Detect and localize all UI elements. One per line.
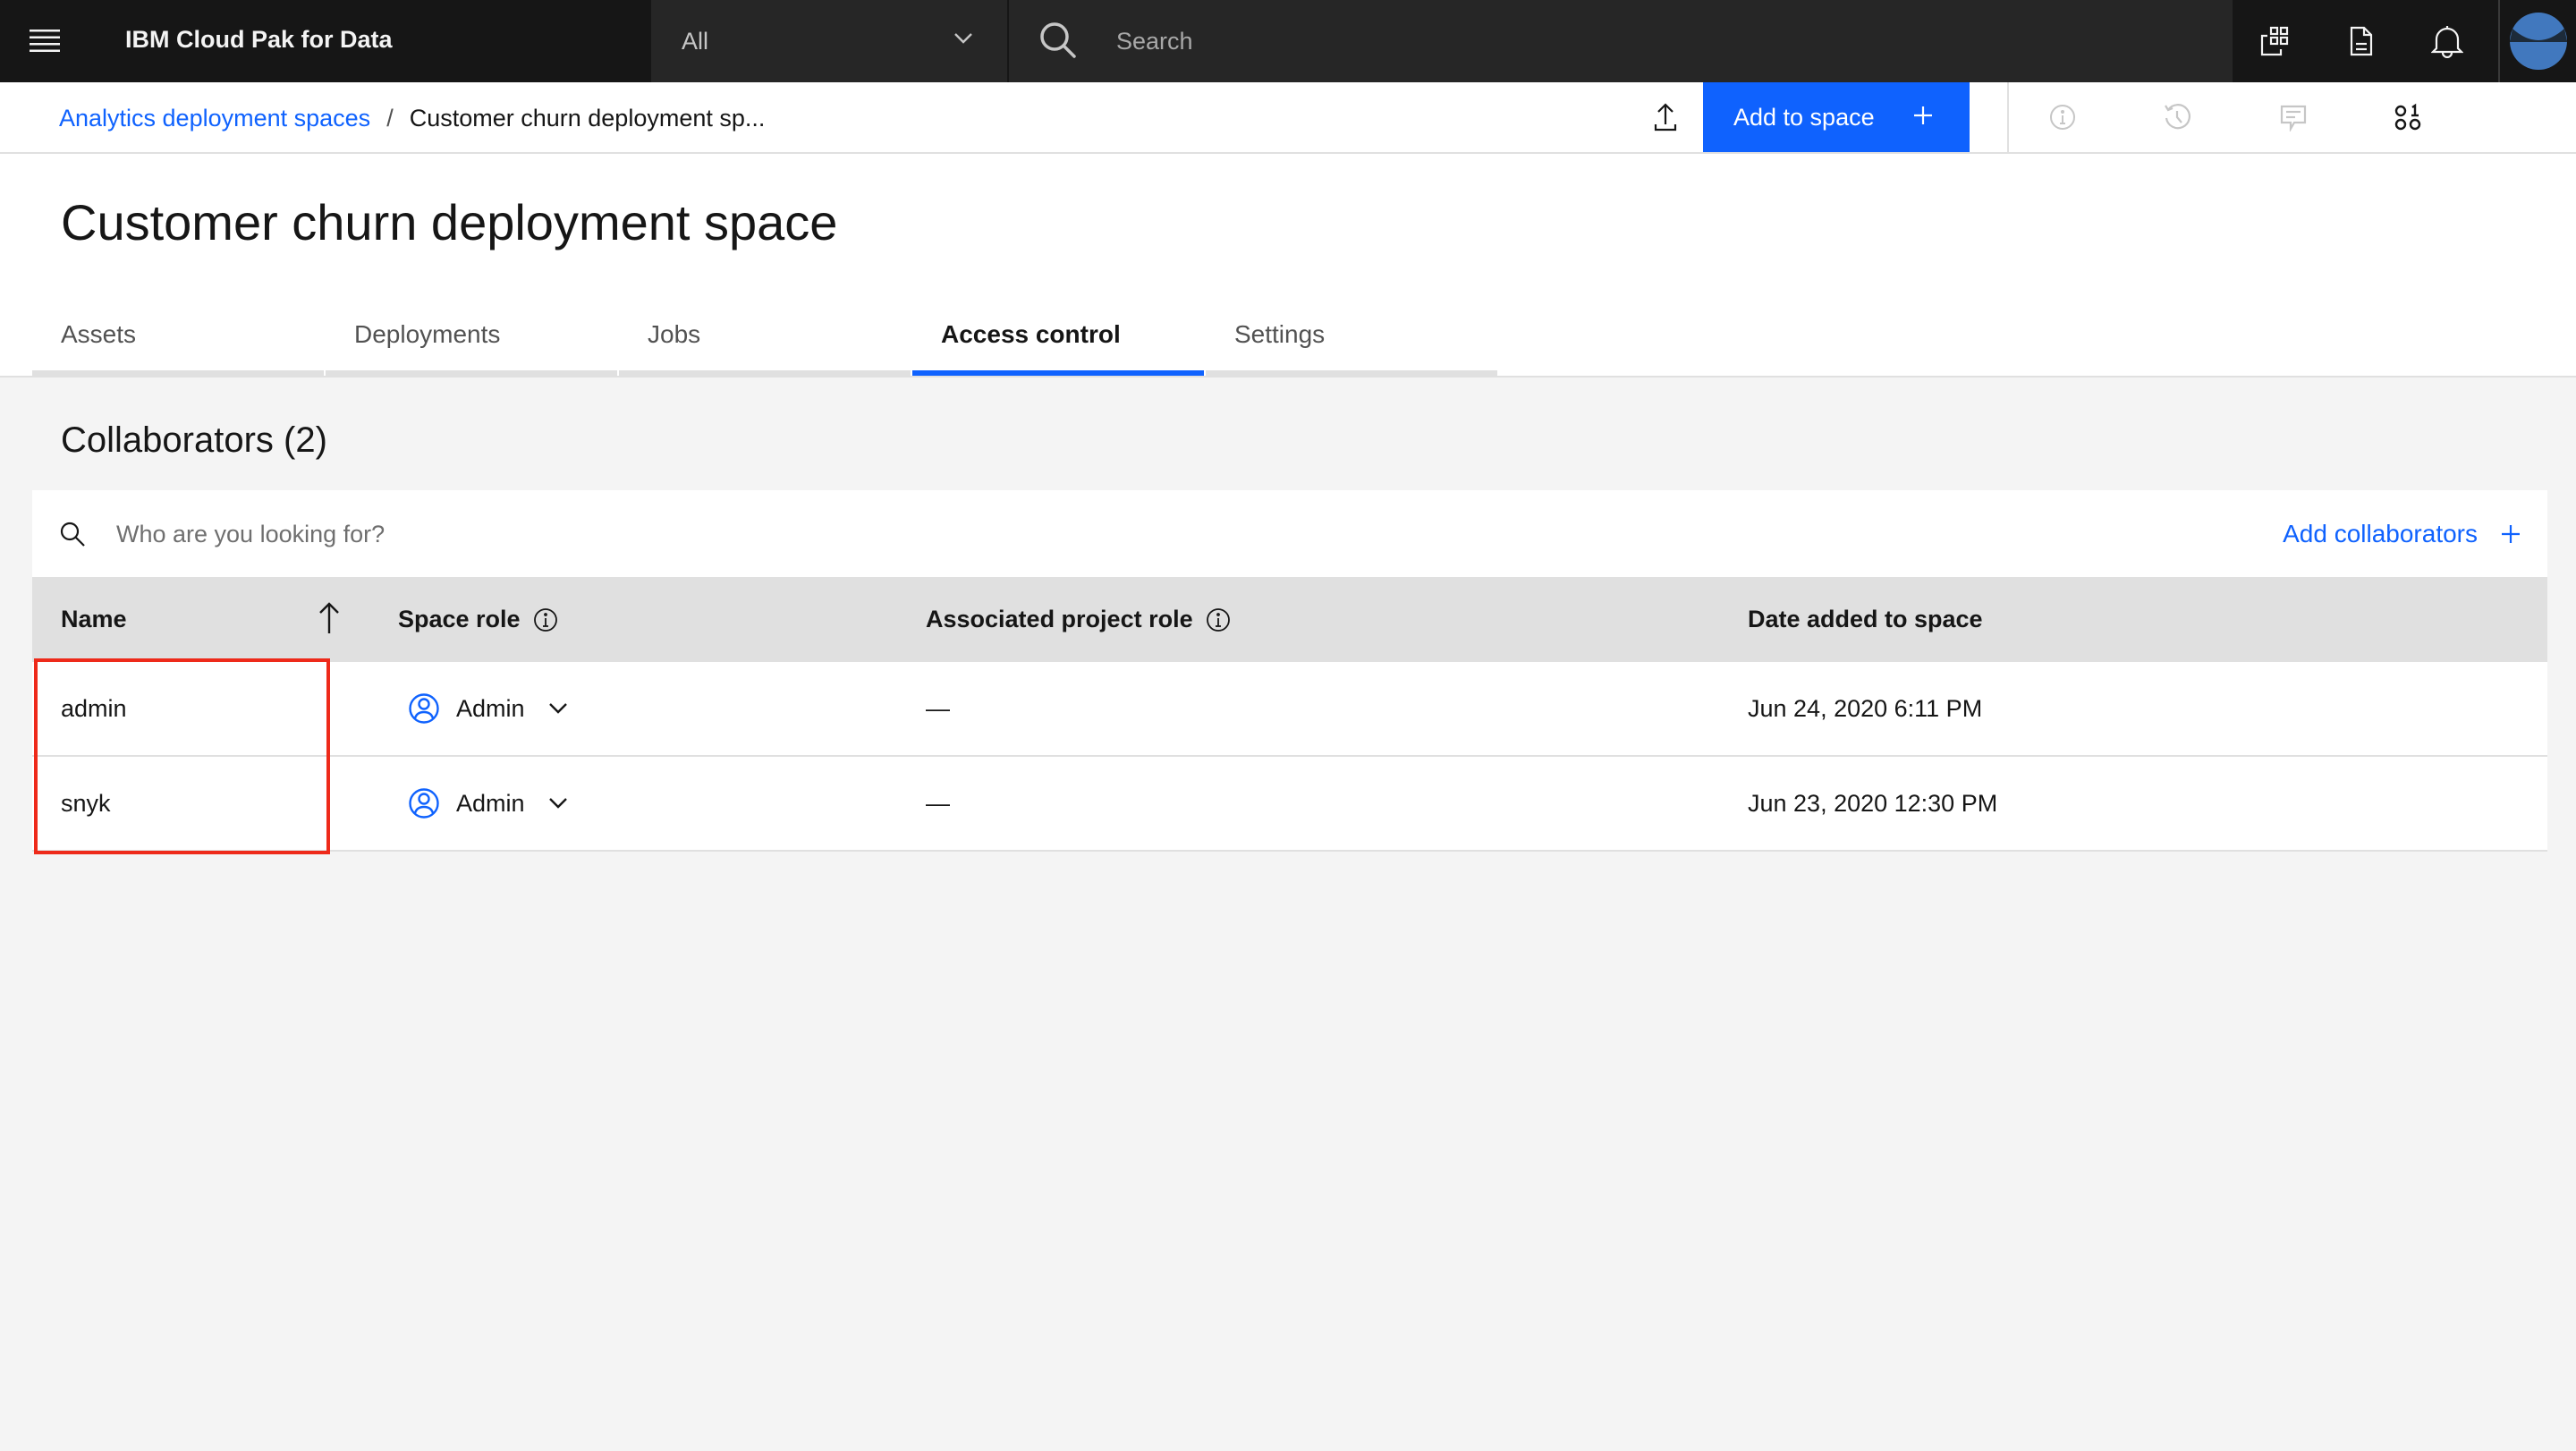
collaborators-heading: Collaborators (2): [61, 420, 327, 460]
page-title: Customer churn deployment space: [61, 194, 838, 250]
cell-name: admin: [61, 694, 127, 722]
add-to-space-label: Add to space: [1733, 103, 1875, 131]
top-header: IBM Cloud Pak for Data All: [0, 0, 2576, 82]
tab-jobs[interactable]: Jobs: [619, 304, 911, 376]
cell-date-added: Jun 24, 2020 6:11 PM: [1748, 694, 1983, 722]
chevron-down-icon: [548, 798, 567, 809]
hamburger-menu-icon: [30, 30, 60, 52]
column-header-space-role[interactable]: Space role: [398, 577, 558, 662]
tab-label: Deployments: [354, 320, 501, 348]
table-row: admin Admin — Jun 24, 2020 6:11 PM: [32, 662, 2547, 757]
data-binary-button[interactable]: [2372, 82, 2444, 152]
breadcrumb-current: Customer churn deployment sp...: [409, 104, 766, 132]
chevron-down-icon: [954, 33, 972, 44]
plus-icon: [2502, 524, 2520, 543]
catalog-icon: [2260, 26, 2289, 56]
breadcrumb: Analytics deployment spaces / Customer c…: [59, 82, 765, 154]
add-collaborators-button[interactable]: Add collaborators: [2283, 490, 2521, 577]
tab-label: Access control: [941, 320, 1121, 348]
info-icon: [2050, 105, 2075, 130]
column-label: Date added to space: [1748, 606, 1983, 632]
info-panel-button[interactable]: [2027, 82, 2098, 152]
document-icon: [2350, 26, 2373, 56]
sort-ascending-button[interactable]: [318, 602, 340, 634]
user-icon: [409, 693, 439, 724]
chevron-down-icon: [548, 703, 567, 714]
tab-label: Jobs: [648, 320, 701, 348]
space-role-value: Admin: [456, 789, 525, 817]
column-label: Space role: [398, 606, 521, 632]
history-icon: [2165, 104, 2190, 130]
global-search: [1009, 0, 2233, 82]
cell-project-role: —: [926, 789, 950, 817]
upload-icon: [1654, 103, 1677, 132]
search-icon: [1040, 22, 1076, 58]
breadcrumb-separator: /: [386, 104, 394, 132]
tab-access-control[interactable]: Access control: [912, 304, 1204, 376]
page-header: Customer churn deployment space Assets D…: [0, 154, 2576, 378]
cell-project-role: —: [926, 694, 950, 722]
menu-button[interactable]: [25, 23, 64, 59]
documentation-button[interactable]: [2318, 0, 2404, 82]
collaborators-table: Name Space role Associated project role …: [32, 577, 2547, 852]
add-collaborators-label: Add collaborators: [2283, 519, 2478, 547]
global-search-input[interactable]: [1116, 20, 2100, 63]
search-scope-dropdown[interactable]: All: [651, 0, 1007, 82]
user-icon: [409, 788, 439, 819]
plus-icon: [1914, 106, 1932, 124]
search-icon: [60, 522, 85, 547]
info-icon[interactable]: [533, 607, 558, 632]
comments-button[interactable]: [2258, 82, 2329, 152]
brand-name[interactable]: IBM Cloud Pak for Data: [125, 0, 393, 82]
add-to-space-button[interactable]: Add to space: [1703, 82, 1970, 152]
collaborators-toolbar: Add collaborators: [32, 490, 2547, 577]
header-actions: [2233, 0, 2497, 82]
space-role-value: Admin: [456, 694, 525, 722]
user-avatar-button[interactable]: [2498, 0, 2576, 82]
notification-bell-icon: [2431, 26, 2463, 58]
table-header: Name Space role Associated project role …: [32, 577, 2547, 662]
tab-label: Assets: [61, 320, 137, 348]
toolbar-divider: [2007, 82, 2009, 152]
table-row: snyk Admin — Jun 23, 2020 12:30 PM: [32, 757, 2547, 852]
tab-list: Assets Deployments Jobs Access control S…: [32, 304, 1499, 376]
space-role-dropdown[interactable]: Admin: [408, 662, 568, 755]
tab-label: Settings: [1234, 320, 1326, 348]
column-header-name[interactable]: Name: [61, 577, 127, 662]
column-header-project-role[interactable]: Associated project role: [926, 577, 1231, 662]
breadcrumb-deployment-spaces[interactable]: Analytics deployment spaces: [59, 105, 370, 132]
space-role-dropdown[interactable]: Admin: [408, 757, 568, 850]
upload-button[interactable]: [1628, 82, 1703, 152]
collaborator-search-input[interactable]: [116, 512, 1368, 556]
arrow-up-icon: [319, 602, 339, 633]
column-label: Name: [61, 606, 127, 632]
cell-name: snyk: [61, 789, 111, 817]
comment-icon: [2280, 105, 2307, 132]
data-binary-icon: [2394, 103, 2421, 131]
notifications-button[interactable]: [2404, 0, 2490, 82]
column-label: Associated project role: [926, 606, 1193, 632]
cell-date-added: Jun 23, 2020 12:30 PM: [1748, 789, 1998, 817]
user-avatar: [2509, 13, 2567, 70]
tab-deployments[interactable]: Deployments: [326, 304, 617, 376]
tab-settings[interactable]: Settings: [1206, 304, 1497, 376]
info-icon[interactable]: [1206, 607, 1231, 632]
breadcrumb-bar: Analytics deployment spaces / Customer c…: [0, 82, 2576, 154]
tab-assets[interactable]: Assets: [32, 304, 324, 376]
scope-selected: All: [682, 28, 709, 55]
column-header-date-added[interactable]: Date added to space: [1748, 577, 1983, 662]
catalog-button[interactable]: [2233, 0, 2318, 82]
history-button[interactable]: [2141, 82, 2213, 152]
